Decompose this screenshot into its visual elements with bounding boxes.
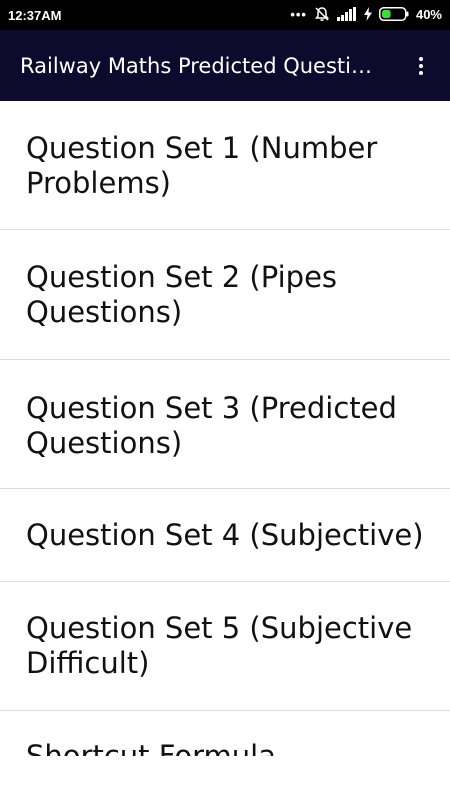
overflow-menu-icon[interactable]	[414, 54, 428, 78]
status-bar: 12:37AM ••• 40%	[0, 0, 450, 30]
status-time: 12:37AM	[8, 8, 62, 23]
bottom-blank-area	[0, 756, 450, 800]
list-item-label: Question Set 2 (Pipes Questions)	[26, 260, 338, 329]
list-item-label: Question Set 1 (Number Problems)	[26, 131, 378, 200]
list-item-question-set-2[interactable]: Question Set 2 (Pipes Questions)	[0, 230, 450, 360]
battery-icon	[378, 6, 409, 24]
app-title: Railway Maths Predicted Questions	[20, 54, 376, 78]
question-set-list[interactable]: Question Set 1 (Number Problems) Questio…	[0, 101, 450, 756]
list-item-question-set-4[interactable]: Question Set 4 (Subjective)	[0, 489, 450, 582]
list-item-question-set-1[interactable]: Question Set 1 (Number Problems)	[0, 101, 450, 230]
status-icons: ••• 40%	[290, 6, 442, 24]
more-dots-icon: •••	[290, 7, 307, 22]
list-item-question-set-5[interactable]: Question Set 5 (Subjective Difficult)	[0, 582, 450, 711]
list-item-label: Question Set 3 (Predicted Questions)	[26, 391, 397, 460]
list-item-question-set-3[interactable]: Question Set 3 (Predicted Questions)	[0, 360, 450, 489]
battery-fill	[381, 9, 391, 18]
signal-icon	[336, 6, 357, 24]
list-item-label: Shortcut Formula	[26, 739, 276, 756]
list-item-label: Question Set 4 (Subjective)	[26, 518, 424, 552]
charging-icon	[363, 6, 372, 24]
list-item-shortcut-formula[interactable]: Shortcut Formula	[0, 711, 450, 756]
list-item-label: Question Set 5 (Subjective Difficult)	[26, 611, 413, 680]
app-bar: Railway Maths Predicted Questions	[0, 30, 450, 101]
notifications-off-icon	[314, 6, 330, 25]
battery-percent: 40%	[415, 7, 442, 22]
